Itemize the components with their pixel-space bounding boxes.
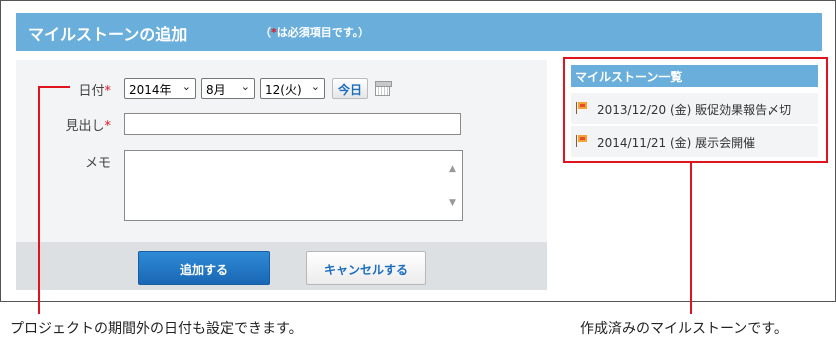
form-footer bbox=[16, 242, 547, 290]
page-title: マイルストーンの追加 bbox=[28, 25, 188, 44]
flag-icon bbox=[576, 102, 588, 114]
today-button[interactable]: 今日 bbox=[332, 78, 368, 99]
month-select[interactable]: 8月 ⌄ bbox=[201, 78, 255, 99]
scroll-up-icon[interactable]: ▲ bbox=[449, 164, 456, 174]
memo-label: メモ bbox=[84, 156, 111, 171]
title-bar: マイルストーンの追加 （*は必須項目です。） bbox=[16, 13, 822, 51]
flag-icon bbox=[576, 135, 588, 147]
milestone-list-header: マイルストーン一覧 bbox=[571, 65, 818, 87]
add-button[interactable]: 追加する bbox=[138, 251, 270, 285]
chevron-down-icon: ⌄ bbox=[240, 80, 250, 93]
date-label: 日付* bbox=[78, 84, 111, 99]
year-select[interactable]: 2014年 ⌄ bbox=[124, 78, 196, 99]
milestone-list-panel: マイルストーン一覧 2013/12/20 (金) 販促効果報告〆切 2014/1… bbox=[563, 57, 828, 163]
scroll-down-icon[interactable]: ▼ bbox=[449, 198, 456, 208]
cancel-button[interactable]: キャンセルする bbox=[306, 251, 426, 285]
title-input[interactable] bbox=[124, 113, 461, 135]
dialog-frame: マイルストーンの追加 （*は必須項目です。） 日付* 2014年 ⌄ 8月 ⌄ … bbox=[0, 0, 836, 302]
date-callout-line bbox=[38, 86, 40, 314]
chevron-down-icon: ⌄ bbox=[310, 80, 320, 93]
day-select[interactable]: 12(火) ⌄ bbox=[260, 78, 325, 99]
milestone-item[interactable]: 2014/11/21 (金) 展示会開催 bbox=[571, 126, 818, 157]
date-caption: プロジェクトの期間外の日付も設定できます。 bbox=[10, 321, 303, 337]
milestone-item[interactable]: 2013/12/20 (金) 販促効果報告〆切 bbox=[571, 93, 818, 124]
calendar-icon[interactable] bbox=[375, 81, 392, 96]
title-label: 見出し* bbox=[65, 119, 111, 134]
textarea-scrollbar[interactable]: ▲ ▼ bbox=[447, 152, 461, 219]
memo-textarea[interactable]: ▲ ▼ bbox=[124, 150, 463, 221]
chevron-down-icon: ⌄ bbox=[181, 80, 191, 93]
list-callout-line bbox=[690, 162, 692, 314]
required-note: （*は必須項目です。） bbox=[260, 26, 370, 39]
date-callout-line bbox=[38, 86, 70, 88]
list-caption: 作成済みのマイルストーンです。 bbox=[580, 321, 788, 337]
